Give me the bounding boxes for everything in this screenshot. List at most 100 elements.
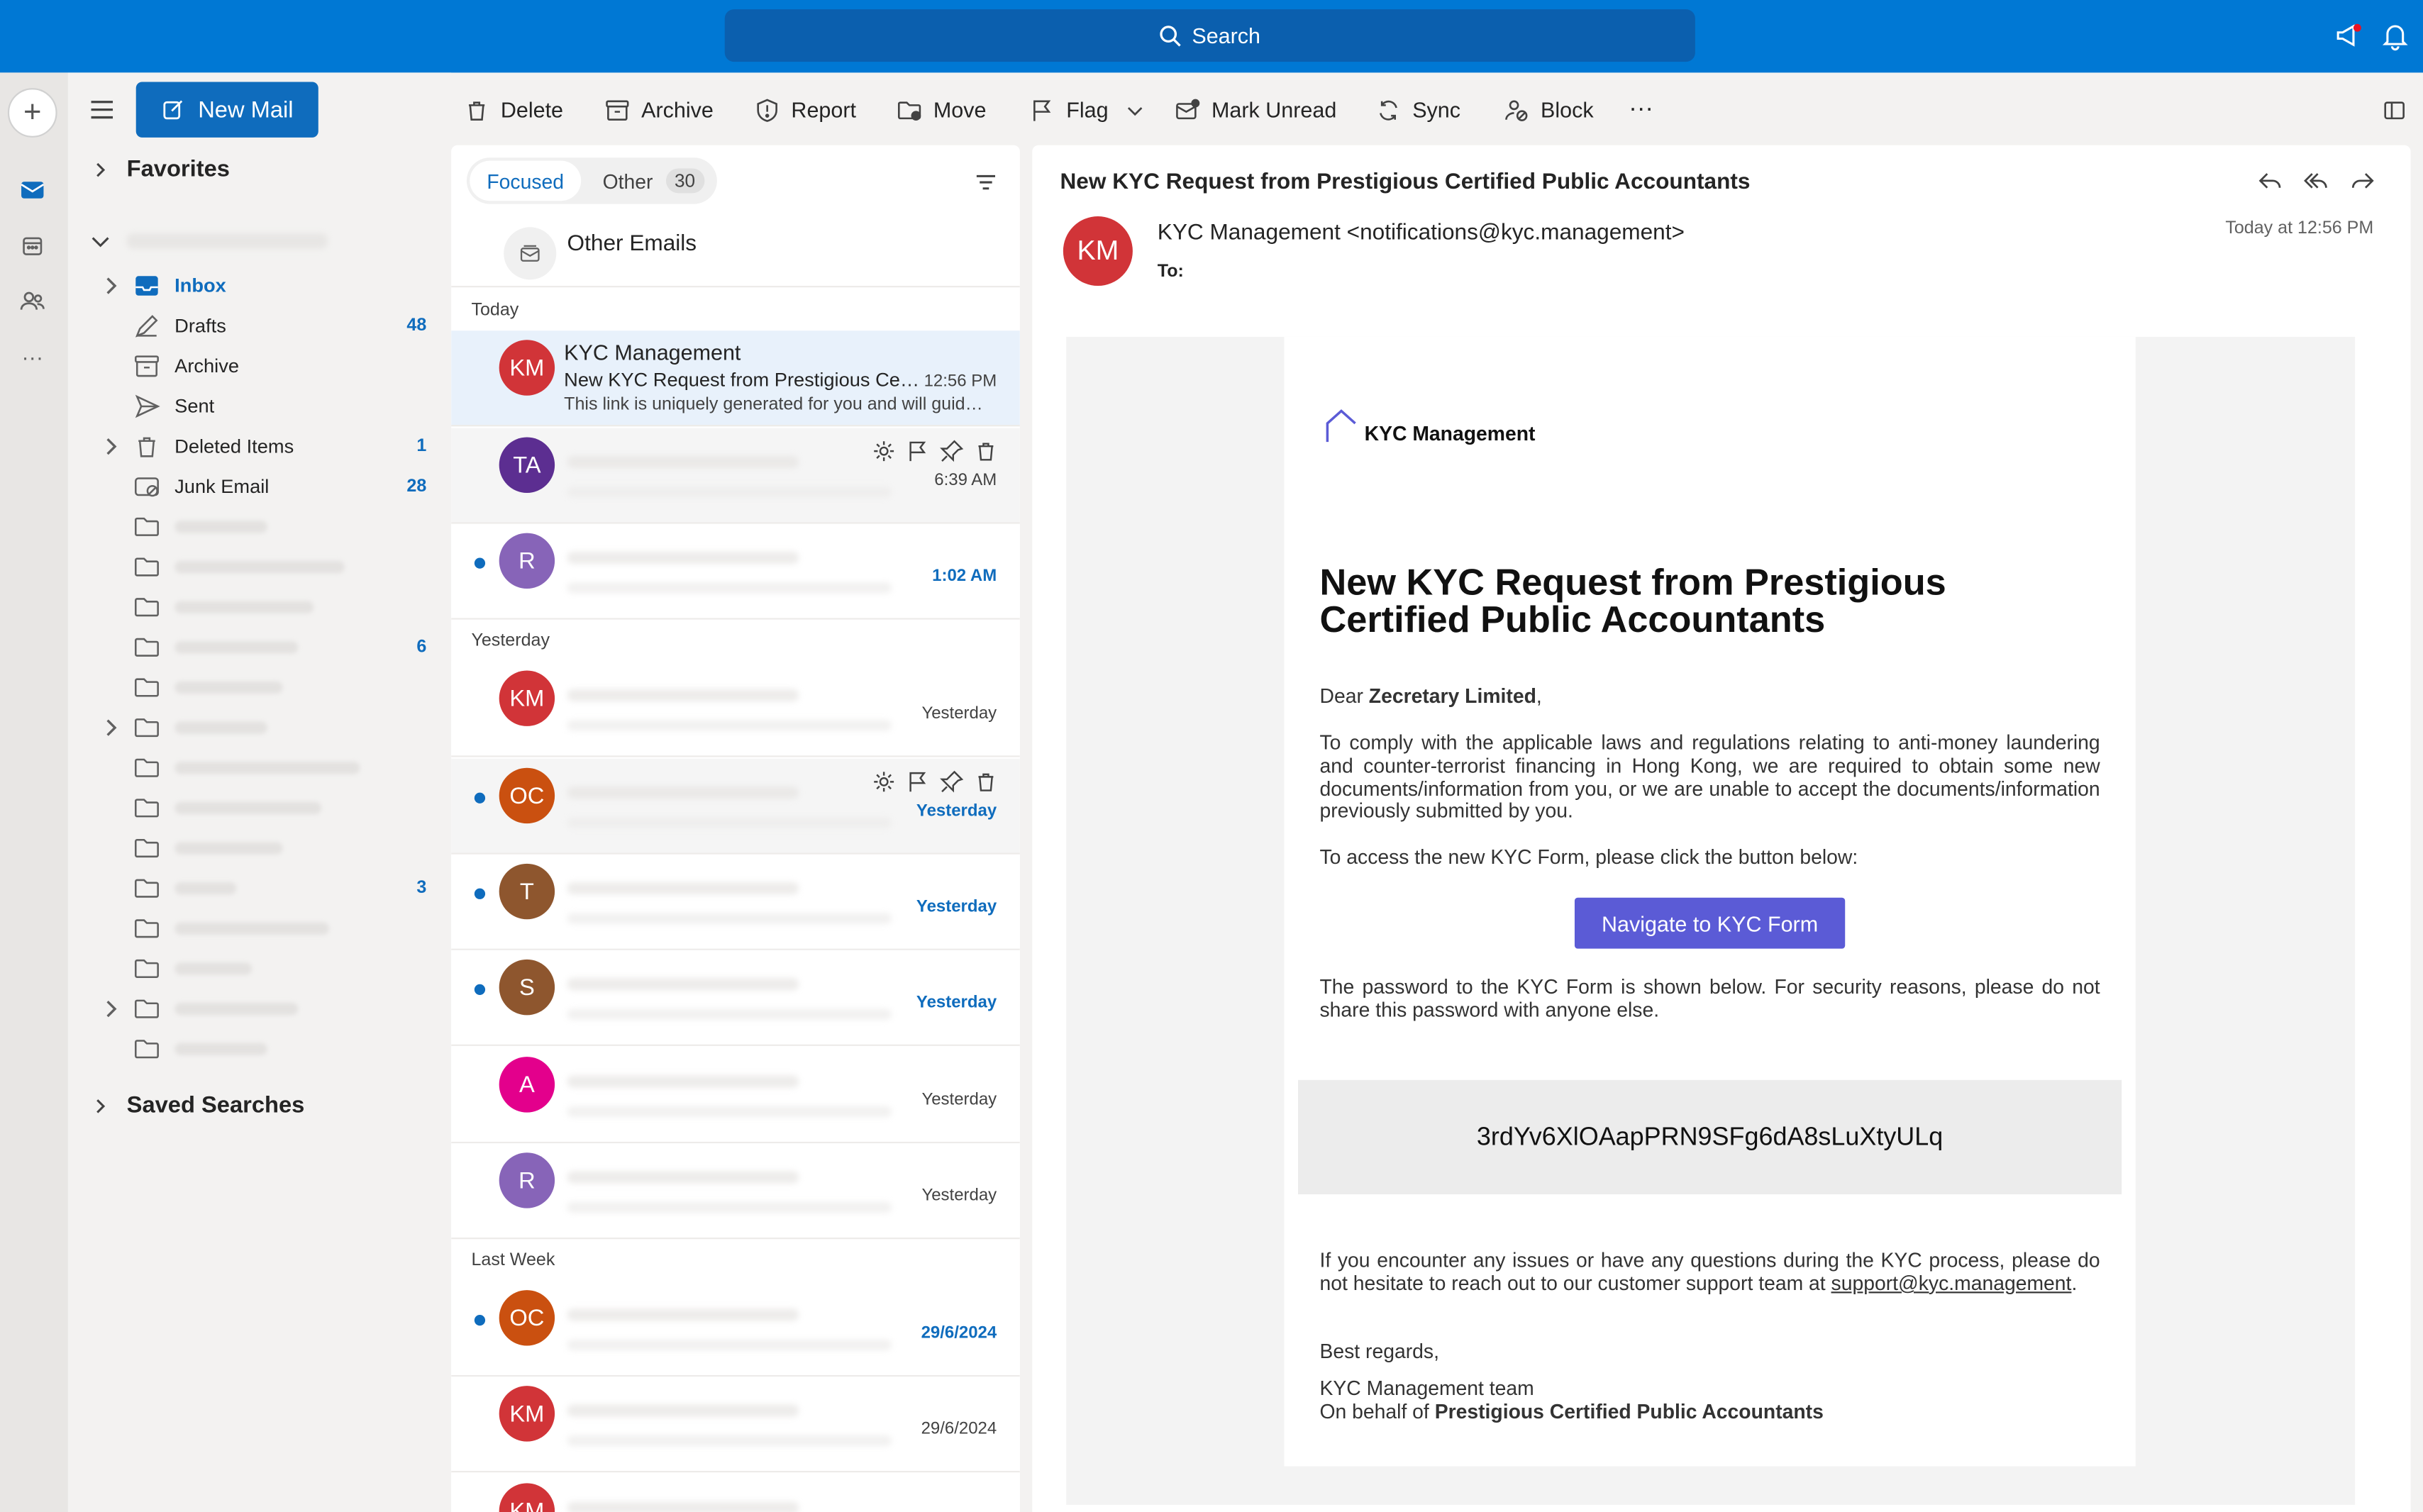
sync-button[interactable]: Sync — [1375, 93, 1460, 127]
unread-indicator — [474, 557, 486, 569]
message-row[interactable]: T Yesterday — [451, 854, 1020, 950]
folder-junk-email[interactable]: Junk Email 28 — [68, 467, 451, 507]
delete-button[interactable]: Delete — [464, 93, 563, 127]
message-row[interactable]: KM — [451, 1474, 1020, 1512]
inbox-pivot: Focused Other 30 — [466, 157, 717, 204]
search-box[interactable]: Search — [724, 9, 1695, 62]
message-row[interactable]: KM KYC Management New KYC Request from Pre… — [451, 330, 1020, 427]
support-email-link[interactable]: support@kyc.management — [1831, 1272, 2072, 1295]
sender-avatar: KM — [499, 1386, 555, 1442]
filter-icon[interactable] — [973, 170, 998, 195]
folder-name-redacted — [174, 922, 330, 935]
saved-searches-section[interactable]: Saved Searches — [93, 1092, 304, 1118]
favorites-section[interactable]: Favorites — [93, 156, 230, 182]
folder-label: Junk Email — [174, 475, 270, 498]
folder-redacted[interactable] — [68, 547, 451, 587]
folder-redacted[interactable] — [68, 1029, 451, 1069]
block-button[interactable]: Block — [1504, 93, 1594, 127]
mark-unread-button[interactable]: Mark Unread — [1175, 93, 1336, 127]
folder-icon — [135, 1040, 159, 1059]
flag-button[interactable]: Flag — [1029, 93, 1109, 127]
message-row[interactable]: R 1:02 AM — [451, 523, 1020, 620]
move-button[interactable]: Move — [897, 93, 986, 127]
message-row[interactable]: TA 6:39 AM — [451, 428, 1020, 524]
folder-redacted[interactable]: 3 — [68, 868, 451, 908]
inbox-icon — [135, 276, 158, 296]
sender-avatar: OC — [499, 1290, 555, 1346]
folder-deleted-items[interactable]: Deleted Items 1 — [68, 426, 451, 467]
chevron-right-icon[interactable] — [102, 1000, 121, 1018]
chevron-right-icon[interactable] — [102, 277, 121, 295]
message-row[interactable]: S Yesterday — [451, 950, 1020, 1046]
trash-icon[interactable] — [973, 769, 998, 794]
reply-actions — [2256, 167, 2377, 194]
folder-redacted[interactable] — [68, 507, 451, 547]
folder-inbox[interactable]: Inbox — [68, 266, 451, 306]
other-emails-row[interactable]: Other Emails — [451, 216, 1020, 288]
calendar-icon[interactable] — [17, 230, 48, 262]
folder-sent[interactable]: Sent — [68, 387, 451, 427]
reply-all-icon[interactable] — [2302, 167, 2330, 194]
archive-button[interactable]: Archive — [604, 93, 714, 127]
tab-focused[interactable]: Focused — [470, 160, 582, 201]
pin-icon[interactable] — [940, 439, 965, 464]
more-apps-icon[interactable]: ··· — [17, 341, 48, 372]
message-row[interactable]: R Yesterday — [451, 1143, 1020, 1240]
folder-icon — [135, 598, 159, 617]
navigate-to-kyc-form-button[interactable]: Navigate to KYC Form — [1574, 897, 1846, 949]
folder-redacted[interactable] — [68, 908, 451, 949]
add-app-button[interactable]: + — [7, 88, 57, 138]
sender-address[interactable]: KYC Management <notifications@kyc.manage… — [1158, 221, 1685, 246]
people-icon[interactable] — [17, 286, 48, 317]
message-row[interactable]: KM Yesterday — [451, 661, 1020, 757]
chevron-right-icon[interactable] — [102, 438, 121, 456]
sender-avatar: A — [499, 1057, 555, 1113]
tab-other[interactable]: Other 30 — [603, 161, 705, 201]
tab-focused-label: Focused — [487, 169, 565, 193]
folder-redacted[interactable] — [68, 667, 451, 708]
bell-icon[interactable] — [2380, 20, 2411, 51]
flag-icon[interactable] — [906, 769, 931, 794]
gear-icon[interactable] — [872, 769, 897, 794]
report-button[interactable]: Report — [754, 93, 856, 127]
folder-redacted[interactable]: 6 — [68, 627, 451, 667]
folder-name-redacted — [174, 842, 283, 855]
gear-icon[interactable] — [872, 439, 897, 464]
trash-icon[interactable] — [973, 439, 998, 464]
sender-redacted — [567, 1171, 799, 1184]
folder-redacted[interactable] — [68, 788, 451, 828]
sender-avatar: T — [499, 863, 555, 920]
pin-icon[interactable] — [940, 769, 965, 794]
layout-toggle-button[interactable] — [2381, 93, 2407, 127]
folder-redacted[interactable] — [68, 989, 451, 1029]
archive-label: Archive — [641, 97, 714, 123]
folder-redacted[interactable] — [68, 949, 451, 989]
folder-redacted[interactable] — [68, 828, 451, 869]
message-row[interactable]: OC 29/6/2024 — [451, 1281, 1020, 1377]
more-actions-button[interactable]: ··· — [1629, 93, 1653, 127]
to-label: To: — [1157, 262, 1184, 282]
folder-drafts[interactable]: Drafts 48 — [68, 306, 451, 346]
new-mail-button[interactable]: New Mail — [135, 82, 318, 138]
megaphone-icon[interactable] — [2334, 20, 2365, 51]
chevron-right-icon[interactable] — [102, 718, 121, 737]
message-preview: This link is uniquely generated for you … — [564, 395, 990, 414]
subject-redacted — [567, 487, 892, 498]
folder-redacted[interactable] — [68, 708, 451, 748]
message-row[interactable]: KM 29/6/2024 — [451, 1377, 1020, 1473]
flag-options-dropdown[interactable] — [1122, 93, 1148, 127]
subject-redacted — [567, 1435, 892, 1447]
hamburger-icon[interactable] — [87, 94, 118, 126]
message-row[interactable]: OC Yesterday — [451, 758, 1020, 855]
flag-icon[interactable] — [906, 439, 931, 464]
folder-archive[interactable]: Archive — [68, 346, 451, 387]
reply-icon[interactable] — [2256, 167, 2284, 194]
chevron-down-icon[interactable] — [89, 230, 111, 252]
chevron-down-icon — [1127, 106, 1143, 116]
sender-avatar[interactable]: KM — [1063, 216, 1133, 287]
folder-redacted[interactable] — [68, 747, 451, 788]
message-row[interactable]: A Yesterday — [451, 1047, 1020, 1144]
mail-icon[interactable] — [17, 174, 48, 206]
forward-icon[interactable] — [2349, 167, 2376, 194]
folder-redacted[interactable] — [68, 587, 451, 628]
